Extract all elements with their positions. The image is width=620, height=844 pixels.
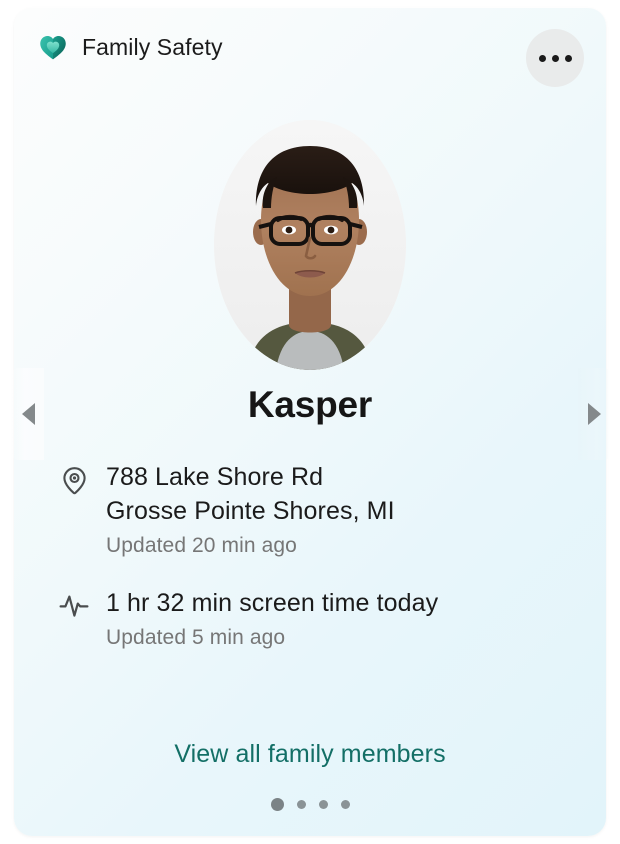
pager-dot-2[interactable]	[296, 799, 306, 809]
carousel-pagination	[14, 794, 606, 814]
location-city-state: Grosse Pointe Shores, MI	[106, 497, 395, 525]
screen-time-row[interactable]: 1 hr 32 min screen time today Updated 5 …	[58, 586, 578, 652]
pager-dot-1[interactable]	[270, 797, 284, 811]
family-safety-card: Family Safety Kasper 788 Lake Shore Rd G…	[14, 8, 606, 836]
carousel-next-button[interactable]	[578, 368, 610, 460]
chevron-left-icon	[21, 403, 35, 425]
app-title: Family Safety	[82, 33, 223, 60]
screen-time-updated: Updated 5 min ago	[106, 626, 286, 650]
pulse-activity-icon	[58, 590, 90, 622]
family-safety-heart-icon	[38, 32, 68, 62]
screen-time-text: 1 hr 32 min screen time today Updated 5 …	[106, 586, 578, 652]
location-street: 788 Lake Shore Rd	[106, 463, 324, 491]
screen: Family Safety Kasper 788 Lake Shore Rd G…	[0, 0, 620, 844]
avatar[interactable]	[214, 120, 406, 370]
pager-dot-4[interactable]	[340, 799, 350, 809]
location-pin-icon	[58, 464, 90, 496]
carousel-prev-button[interactable]	[12, 368, 44, 460]
member-details: 788 Lake Shore Rd Grosse Pointe Shores, …	[58, 460, 578, 679]
ellipsis-icon-dot-2	[551, 54, 559, 62]
location-updated: Updated 20 min ago	[106, 534, 297, 557]
ellipsis-icon-dot-3	[564, 54, 572, 62]
screen-time-value: 1 hr 32 min screen time today	[106, 589, 439, 618]
pager-dot-3[interactable]	[318, 799, 328, 809]
view-all-family-members-link[interactable]: View all family members	[14, 740, 606, 769]
more-options-button[interactable]	[526, 29, 584, 87]
ellipsis-icon-dot-1	[538, 54, 546, 62]
avatar-photo	[214, 120, 406, 370]
member-name: Kasper	[247, 384, 373, 425]
brand: Family Safety	[38, 32, 223, 62]
card-header: Family Safety	[14, 8, 606, 104]
chevron-right-icon	[587, 403, 601, 425]
location-row[interactable]: 788 Lake Shore Rd Grosse Pointe Shores, …	[58, 460, 578, 560]
location-text: 788 Lake Shore Rd Grosse Pointe Shores, …	[106, 460, 578, 560]
